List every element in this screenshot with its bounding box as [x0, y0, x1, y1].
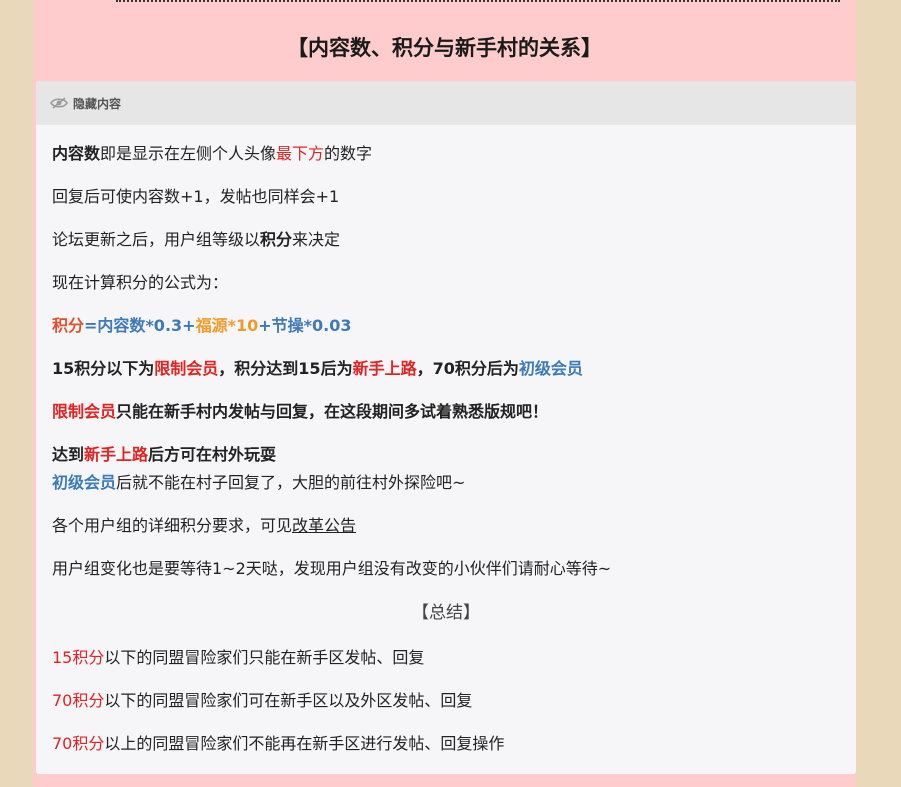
summary-heading: 【总结】: [412, 603, 480, 623]
text: 达到: [52, 445, 85, 464]
text-newbie: 新手上路: [84, 445, 149, 464]
hidden-content-box: 隐藏内容 内容数即是显示在左侧个人头像最下方的数字 回复后可使内容数+1，发帖也…: [36, 81, 856, 774]
reform-announcement-link[interactable]: 改革公告: [292, 516, 356, 535]
line-formula-intro: 现在计算积分的公式为：: [52, 273, 229, 292]
hidden-content-header: 隐藏内容: [36, 81, 856, 125]
text-eq: =: [84, 316, 98, 335]
text-restricted-member: 限制会员: [52, 402, 117, 421]
text-plus: +: [258, 316, 272, 335]
line-restricted-info: 限制会员只能在新手村内发帖与回复，在这段期间多试着熟悉版规吧！: [52, 401, 548, 423]
line-junior-info: 初级会员后就不能在村子回复了，大胆的前往村外探险吧~: [52, 472, 465, 494]
text: ，70积分后为: [416, 359, 519, 378]
text-red: 15积分: [52, 648, 105, 667]
text: 即是显示在左侧个人头像: [100, 144, 277, 163]
text-red: 70积分: [52, 691, 105, 710]
text-factor: *0.03: [303, 316, 352, 335]
text-fortune: 福源: [195, 316, 228, 335]
text-plus: +: [182, 316, 196, 335]
line-newbie-info: 达到新手上路后方可在村外玩耍: [52, 444, 276, 466]
line-formula: 积分=内容数*0.3+福源*10+节操*0.03: [52, 315, 351, 337]
text-junior-member: 初级会员: [52, 473, 117, 492]
summary-line-70-below: 70积分以下的同盟冒险家们可在新手区以及外区发帖、回复: [52, 690, 472, 712]
line-requirements: 各个用户组的详细积分要求，可见改革公告: [52, 515, 356, 537]
text-red: 最下方: [276, 144, 325, 163]
section-title: 【内容数、积分与新手村的关系】: [287, 36, 602, 60]
line-content-count: 内容数即是显示在左侧个人头像最下方的数字: [52, 143, 372, 165]
text-bold: 积分: [260, 230, 293, 249]
hidden-content-label: 隐藏内容: [73, 96, 122, 111]
text-factor: *0.3: [145, 316, 183, 335]
text: 的数字: [324, 144, 373, 163]
text-integrity: 节操: [271, 316, 304, 335]
text: 来决定: [292, 230, 341, 249]
dotted-divider: [116, 0, 840, 4]
text-newbie: 新手上路: [352, 359, 417, 378]
text: 以上的同盟冒险家们不能再在新手区进行发帖、回复操作: [104, 734, 505, 753]
hidden-eye-icon: [50, 97, 68, 109]
summary-line-15: 15积分以下的同盟冒险家们只能在新手区发帖、回复: [52, 647, 424, 669]
text: 只能在新手村内发帖与回复，在这段期间多试着熟悉版规吧！: [116, 402, 549, 421]
line-points-decide: 论坛更新之后，用户组等级以积分来决定: [52, 229, 340, 251]
text-restricted-member: 限制会员: [154, 359, 219, 378]
summary-line-70-above: 70积分以上的同盟冒险家们不能再在新手区进行发帖、回复操作: [52, 733, 504, 755]
line-reply-plus-one: 回复后可使内容数+1，发帖也同样会+1: [52, 187, 340, 206]
text: 以下的同盟冒险家们只能在新手区发帖、回复: [104, 648, 425, 667]
text-content-count: 内容数: [97, 316, 146, 335]
text-bold: 内容数: [52, 144, 101, 163]
text-points: 积分: [52, 316, 85, 335]
text: 各个用户组的详细积分要求，可见: [52, 516, 293, 535]
text-red: 70积分: [52, 734, 105, 753]
text: 论坛更新之后，用户组等级以: [52, 230, 261, 249]
text: 以下的同盟冒险家们可在新手区以及外区发帖、回复: [104, 691, 473, 710]
text: 后方可在村外玩耍: [148, 445, 277, 464]
text: 15积分以下为: [52, 359, 155, 378]
text: 后就不能在村子回复了，大胆的前往村外探险吧~: [116, 473, 466, 492]
text-junior-member: 初级会员: [518, 359, 583, 378]
post-content-area: 【内容数、积分与新手村的关系】 隐藏内容 内容数即是显示在左侧个人头像最下方的数…: [33, 0, 856, 787]
text: ，积分达到15后为: [218, 359, 353, 378]
line-wait-notice: 用户组变化也是要等待1~2天哒，发现用户组没有改变的小伙伴们请耐心等待~: [52, 559, 612, 578]
line-group-thresholds: 15积分以下为限制会员，积分达到15后为新手上路，70积分后为初级会员: [52, 358, 583, 380]
text-factor: *10: [227, 316, 259, 335]
